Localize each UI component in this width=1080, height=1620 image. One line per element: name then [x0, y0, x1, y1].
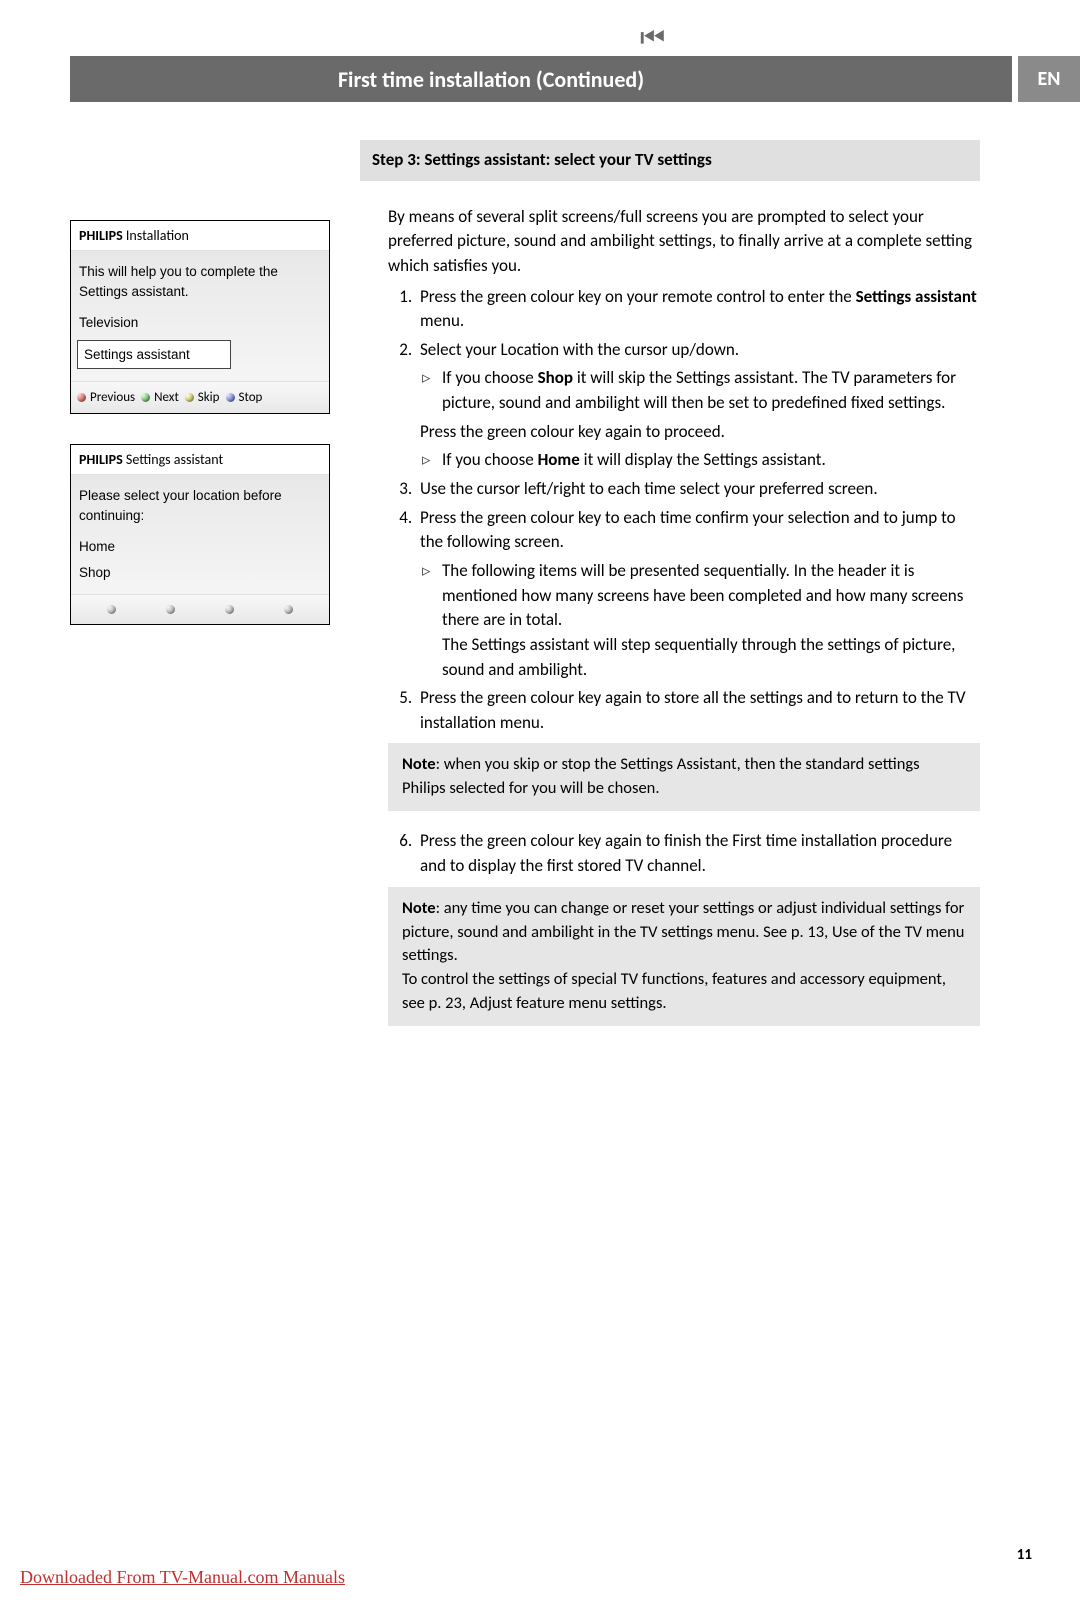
green-dot-icon [141, 393, 150, 402]
note-box: Note: any time you can change or reset y… [388, 887, 980, 1027]
btn-previous: Previous [77, 390, 135, 405]
page-title: First time installation (Continued) [70, 56, 1012, 102]
sublist: The following items will be presented se… [420, 559, 980, 682]
note-label: Note [402, 754, 436, 774]
note-box: Note: when you skip or stop the Settings… [388, 743, 980, 811]
dot-icon [284, 605, 293, 614]
brand-label: PHILIPS [79, 451, 126, 468]
brand-label: PHILIPS [79, 227, 126, 244]
sublist: If you choose Shop it will skip the Sett… [420, 366, 980, 415]
sublist-item: If you choose Home it will display the S… [442, 448, 980, 473]
list-item: Press the green colour key to each time … [416, 506, 980, 682]
tv-box-header: PHILIPS Installation [71, 221, 329, 251]
footer-download-link[interactable]: Downloaded From TV-Manual.com Manuals [20, 1567, 345, 1588]
red-dot-icon [77, 393, 86, 402]
note-text: : any time you can change or reset your … [402, 898, 964, 966]
list-item: Press the green colour key on your remot… [416, 285, 980, 334]
content-body: By means of several split screens/full s… [360, 205, 980, 736]
yellow-dot-icon [185, 393, 194, 402]
tv-box-body: This will help you to complete the Setti… [71, 251, 329, 381]
dot-icon [107, 605, 116, 614]
btn-next: Next [141, 390, 179, 405]
note-text: : when you skip or stop the Settings Ass… [402, 754, 920, 798]
tv-box-header: PHILIPS Settings assistant [71, 445, 329, 475]
sidebar-illustrations: PHILIPS Installation This will help you … [70, 220, 330, 655]
tv-box-settings-assistant: PHILIPS Settings assistant Please select… [70, 444, 330, 624]
main-content: Step 3: Settings assistant: select your … [360, 140, 980, 1044]
tv-intro-text: Please select your location before conti… [79, 483, 321, 528]
tv-option-shop: Shop [79, 560, 321, 586]
list-item: Use the cursor left/right to each time s… [416, 477, 980, 502]
tv-box-footer: Previous Next Skip Stop [71, 381, 329, 413]
step-heading: Step 3: Settings assistant: select your … [360, 140, 980, 181]
dot-icon [166, 605, 175, 614]
btn-skip: Skip [185, 390, 220, 405]
blue-dot-icon [226, 393, 235, 402]
instruction-list: Press the green colour key on your remot… [388, 285, 980, 736]
page-number: 11 [1017, 1546, 1032, 1564]
list-item: Select your Location with the cursor up/… [416, 338, 980, 473]
sublist: If you choose Home it will display the S… [420, 448, 980, 473]
list-item: Press the green colour key again to stor… [416, 686, 980, 735]
tv-box-installation: PHILIPS Installation This will help you … [70, 220, 330, 414]
sublist-item: If you choose Shop it will skip the Sett… [442, 366, 980, 415]
intro-paragraph: By means of several split screens/full s… [388, 205, 980, 279]
note-text: To control the settings of special TV fu… [402, 969, 946, 1013]
prev-page-icon[interactable]: ⏮ [640, 20, 661, 55]
page-header: First time installation (Continued) EN [70, 56, 1080, 102]
instruction-list: Press the green colour key again to fini… [388, 829, 980, 878]
tv-option-home: Home [79, 534, 321, 560]
tv-box-body: Please select your location before conti… [71, 475, 329, 593]
btn-stop: Stop [226, 390, 263, 405]
note-label: Note [402, 898, 436, 918]
dot-icon [225, 605, 234, 614]
tv-box-title: Settings assistant [126, 451, 223, 468]
tv-box-title: Installation [126, 227, 189, 244]
list-item: Press the green colour key again to fini… [416, 829, 980, 878]
tv-box-footer [71, 594, 329, 624]
content-body: Press the green colour key again to fini… [360, 829, 980, 878]
tv-menu-item: Television [79, 310, 321, 336]
sub-paragraph: Press the green colour key again to proc… [420, 420, 980, 445]
tv-menu-selected: Settings assistant [77, 340, 231, 370]
tv-intro-text: This will help you to complete the Setti… [79, 259, 321, 304]
sublist-item: The following items will be presented se… [442, 559, 980, 682]
language-badge: EN [1018, 56, 1080, 102]
